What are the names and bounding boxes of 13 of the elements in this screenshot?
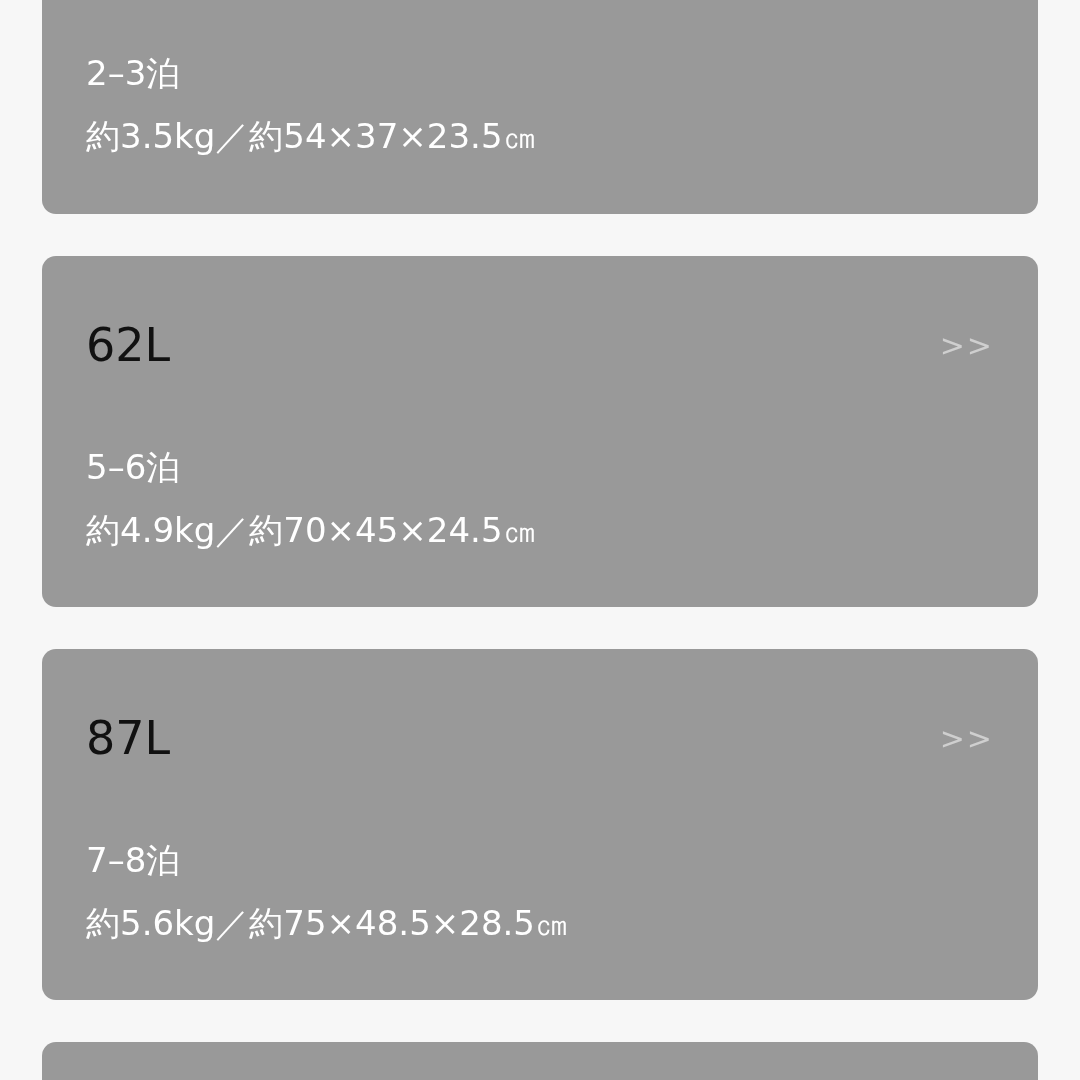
spec-text: 約4.9kg／約70×45×24.5㎝ (86, 509, 537, 552)
product-card[interactable]: 2–3泊 約3.5kg／約54×37×23.5㎝ (42, 0, 1038, 214)
nights-text: 7–8泊 (86, 839, 181, 882)
nights-text: 2–3泊 (86, 52, 181, 95)
nights-text: 5–6泊 (86, 446, 181, 489)
chevron-link[interactable]: >> (939, 322, 994, 368)
product-card[interactable]: 62L >> 5–6泊 約4.9kg／約70×45×24.5㎝ (42, 256, 1038, 607)
chevron-link[interactable]: >> (939, 715, 994, 761)
product-card[interactable]: 87L >> 7–8泊 約5.6kg／約75×48.5×28.5㎝ (42, 649, 1038, 1000)
spec-text: 約3.5kg／約54×37×23.5㎝ (86, 115, 537, 158)
capacity-title: 87L (86, 711, 171, 765)
spec-text: 約5.6kg／約75×48.5×28.5㎝ (86, 902, 569, 945)
capacity-title: 62L (86, 318, 171, 372)
